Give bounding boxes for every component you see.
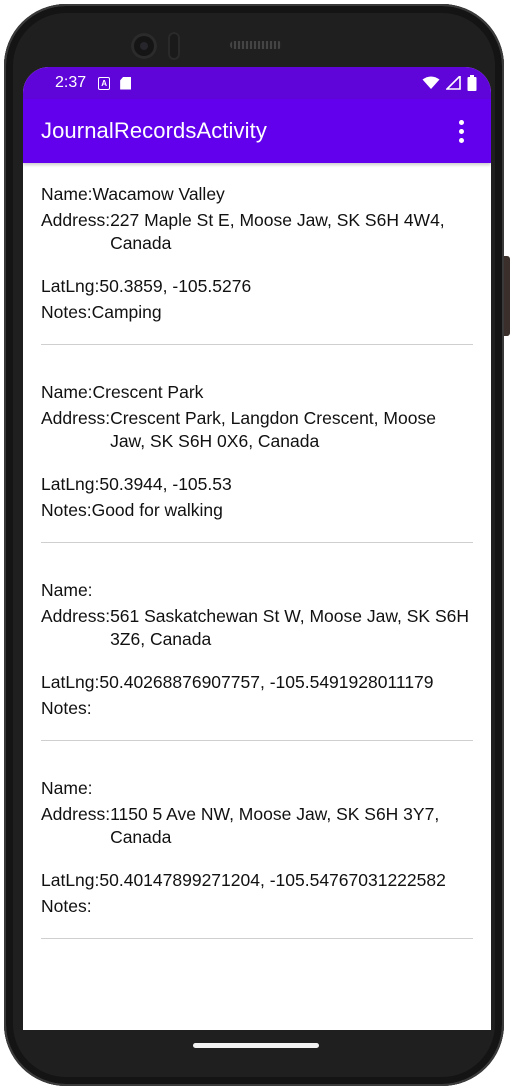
page-title: JournalRecordsActivity	[41, 118, 267, 143]
notes-label: Notes:	[41, 896, 92, 916]
latlng-label: LatLng:	[41, 870, 100, 890]
latlng-label: LatLng:	[41, 474, 100, 494]
address-label: Address:	[41, 408, 111, 428]
address-value: 227 Maple St E, Moose Jaw, SK S6H 4W4, C…	[110, 210, 445, 253]
record-item[interactable]: Name: Address: 561 Saskatchewan St W, Moo…	[41, 543, 473, 741]
more-vert-icon[interactable]	[449, 111, 473, 151]
latlng-value: 50.3859, -105.5276	[99, 276, 252, 296]
notes-value: Good for walking	[91, 500, 223, 520]
status-time: 2:37	[55, 74, 87, 91]
divider	[41, 938, 473, 939]
name-label: Name:	[41, 184, 93, 204]
address-value: Crescent Park, Langdon Crescent, Moose J…	[110, 408, 436, 451]
notes-label: Notes:	[41, 302, 92, 322]
battery-icon	[467, 75, 477, 91]
name-value: Wacamow Valley	[92, 184, 225, 204]
latlng-value: 50.40147899271204, -105.54767031222582	[99, 870, 446, 890]
journal-records-list[interactable]: Name: Wacamow Valley Address: 227 Maple St…	[23, 163, 491, 939]
app-bar: JournalRecordsActivity	[23, 99, 491, 163]
wifi-icon	[422, 76, 440, 89]
screen: 2:37 A JournalRecordsActivity Name: Wacam…	[23, 67, 491, 1030]
latlng-label: LatLng:	[41, 276, 100, 296]
name-label: Name:	[41, 778, 93, 798]
notes-value	[92, 697, 473, 720]
latlng-value: 50.40268876907757, -105.5491928011179	[99, 672, 434, 692]
record-item[interactable]: Name: Crescent Park Address: Crescent Park…	[41, 345, 473, 543]
notes-value: Camping	[91, 302, 162, 322]
record-item[interactable]: Name: Address: 1150 5 Ave NW, Moose Jaw, …	[41, 741, 473, 939]
name-value	[93, 579, 473, 602]
name-label: Name:	[41, 580, 93, 600]
front-camera-icon	[131, 33, 157, 59]
earpiece-speaker-icon	[230, 41, 282, 49]
record-item[interactable]: Name: Wacamow Valley Address: 227 Maple St…	[41, 163, 473, 345]
notes-value	[92, 895, 473, 918]
power-button	[504, 256, 510, 336]
notes-label: Notes:	[41, 698, 92, 718]
a-notification-icon: A	[98, 76, 111, 90]
name-value: Crescent Park	[92, 382, 204, 402]
latlng-label: LatLng:	[41, 672, 100, 692]
address-label: Address:	[41, 210, 111, 230]
name-value	[93, 777, 473, 800]
address-value: 1150 5 Ave NW, Moose Jaw, SK S6H 3Y7, Ca…	[110, 804, 440, 847]
sd-card-icon	[120, 76, 132, 90]
latlng-value: 50.3944, -105.53	[99, 474, 232, 494]
proximity-sensor-icon	[168, 32, 180, 60]
address-label: Address:	[41, 804, 111, 824]
notes-label: Notes:	[41, 500, 92, 520]
signal-icon	[446, 76, 461, 90]
address-value: 561 Saskatchewan St W, Moose Jaw, SK S6H…	[110, 606, 469, 649]
name-label: Name:	[41, 382, 93, 402]
status-bar: 2:37 A	[23, 67, 491, 99]
home-gesture-bar[interactable]	[193, 1043, 319, 1048]
address-label: Address:	[41, 606, 111, 626]
